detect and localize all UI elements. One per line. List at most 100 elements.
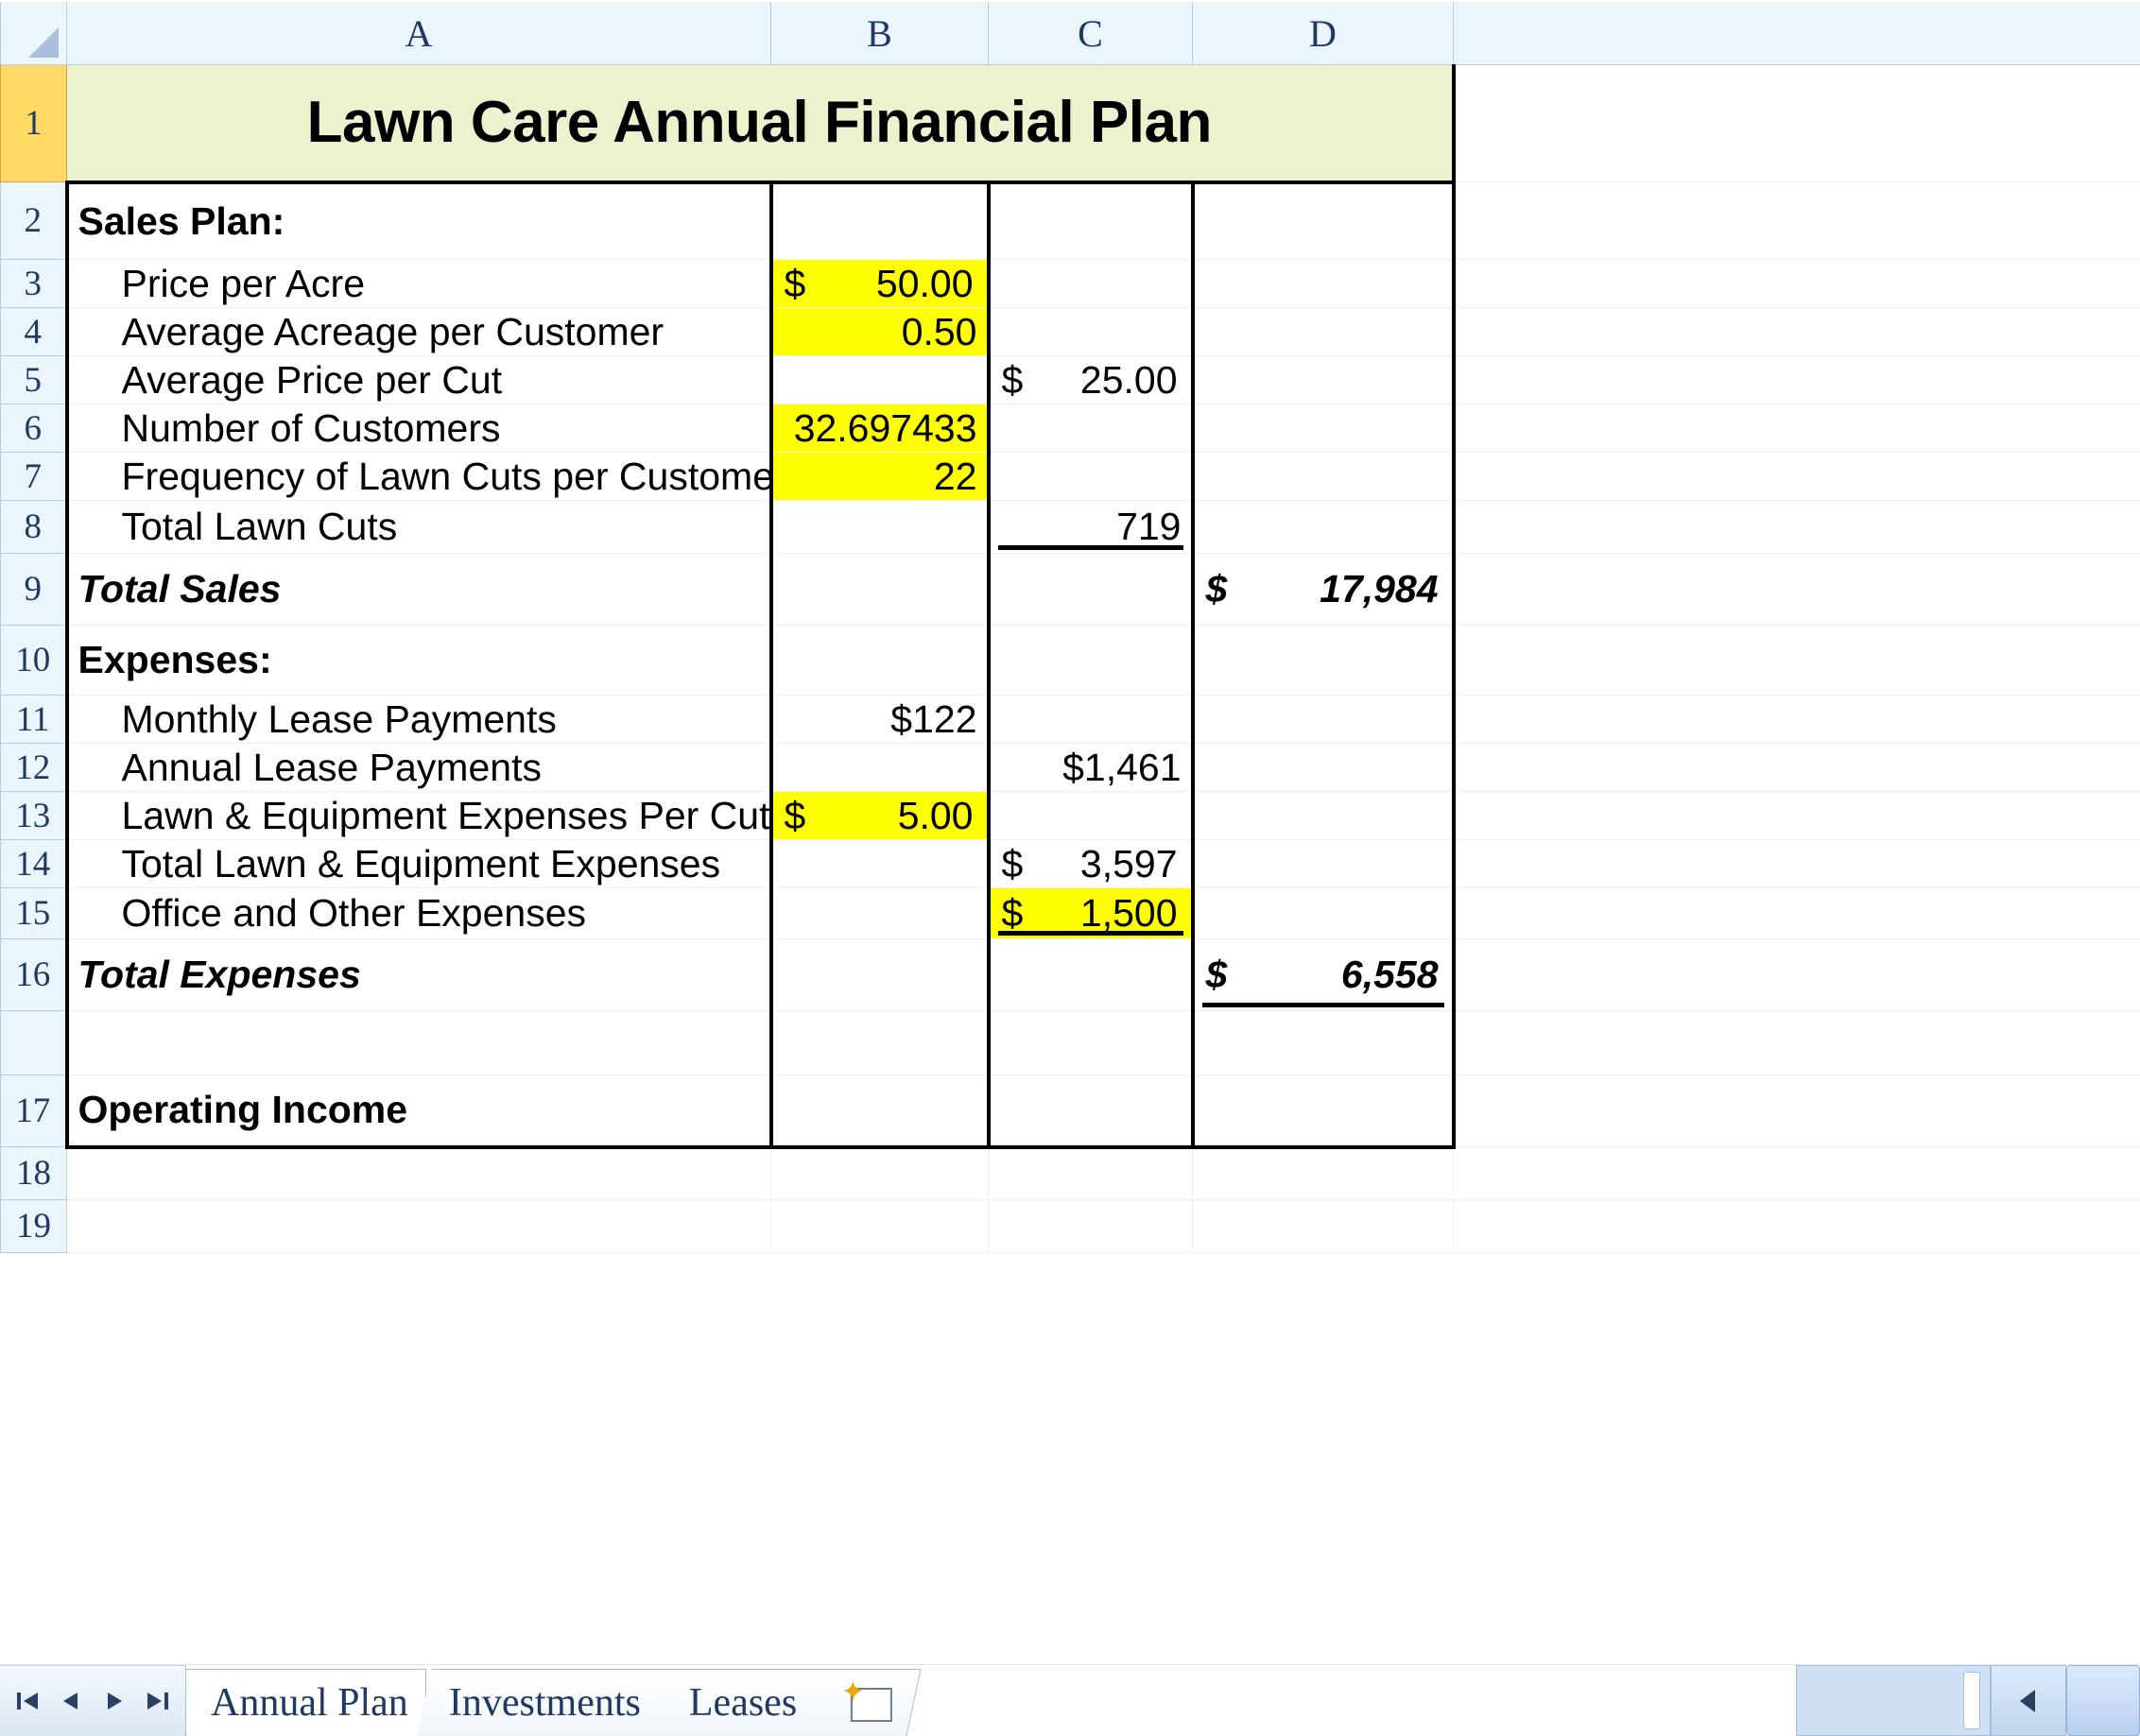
- cell-B3[interactable]: $ 50.00: [768, 259, 989, 308]
- cell-B16[interactable]: [768, 938, 989, 1011]
- cell-B17[interactable]: [768, 1074, 989, 1149]
- row-header-spacer[interactable]: [0, 1010, 67, 1075]
- cell-B5[interactable]: [768, 355, 989, 404]
- cell-E2[interactable]: [1453, 181, 2140, 260]
- cell-A7[interactable]: Frequency of Lawn Cuts per Custome: [64, 452, 771, 501]
- cell-B14[interactable]: [768, 839, 989, 888]
- cell-B6[interactable]: 32.697433: [768, 404, 989, 453]
- cell-E1[interactable]: [1453, 64, 2140, 182]
- cell-C3[interactable]: [986, 259, 1193, 308]
- cell-A4[interactable]: Average Acreage per Customer: [64, 307, 771, 356]
- cell-C15[interactable]: $ 1,500: [986, 887, 1193, 939]
- sheet-tab-investments[interactable]: Investments: [417, 1669, 674, 1736]
- cell-E19[interactable]: [1453, 1199, 2140, 1253]
- cell-A5[interactable]: Average Price per Cut: [64, 355, 771, 404]
- cell-D14[interactable]: [1190, 839, 1456, 888]
- cell-A18[interactable]: [66, 1146, 771, 1200]
- previous-sheet-icon[interactable]: [49, 1675, 93, 1727]
- cell-D16[interactable]: $ 6,558: [1190, 938, 1456, 1011]
- cell-C4[interactable]: [986, 307, 1193, 356]
- report-title[interactable]: Lawn Care Annual Financial Plan: [66, 64, 1456, 184]
- cell-E10[interactable]: [1453, 625, 2140, 696]
- cell-D17[interactable]: [1190, 1074, 1456, 1149]
- cell-E-spacer[interactable]: [1453, 1010, 2140, 1075]
- cell-C13[interactable]: [986, 791, 1193, 840]
- worksheet-grid[interactable]: A B C D 1 Lawn Care Annual Financial Pla…: [0, 0, 2140, 1665]
- cell-B7[interactable]: 22: [768, 452, 989, 501]
- sheet-tab-annual-plan[interactable]: Annual Plan: [186, 1669, 426, 1736]
- insert-worksheet-tab[interactable]: ✦: [813, 1669, 922, 1736]
- cell-D15[interactable]: [1190, 887, 1456, 939]
- cell-A10[interactable]: Expenses:: [64, 625, 771, 696]
- scroll-left-button[interactable]: [1991, 1665, 2066, 1736]
- cell-A19[interactable]: [66, 1199, 771, 1253]
- column-header-b[interactable]: B: [770, 0, 989, 65]
- cell-D18[interactable]: [1192, 1146, 1454, 1200]
- cell-D4[interactable]: [1190, 307, 1456, 356]
- cell-D5[interactable]: [1190, 355, 1456, 404]
- cell-D2[interactable]: [1190, 181, 1456, 260]
- row-header-10[interactable]: 10: [0, 625, 67, 696]
- cell-E6[interactable]: [1453, 404, 2140, 453]
- cell-D12[interactable]: [1190, 743, 1456, 792]
- cell-D13[interactable]: [1190, 791, 1456, 840]
- cell-C14[interactable]: $ 3,597: [986, 839, 1193, 888]
- cell-B4[interactable]: 0.50: [768, 307, 989, 356]
- cell-E12[interactable]: [1453, 743, 2140, 792]
- cell-D19[interactable]: [1192, 1199, 1454, 1253]
- row-header-1[interactable]: 1: [0, 64, 67, 182]
- cell-E3[interactable]: [1453, 259, 2140, 308]
- cell-C16[interactable]: [986, 938, 1193, 1011]
- first-sheet-icon[interactable]: [6, 1675, 49, 1727]
- cell-D6[interactable]: [1190, 404, 1456, 453]
- row-header-4[interactable]: 4: [0, 307, 67, 356]
- row-header-14[interactable]: 14: [0, 839, 67, 888]
- row-header-6[interactable]: 6: [0, 404, 67, 453]
- cell-A6[interactable]: Number of Customers: [64, 404, 771, 453]
- cell-B19[interactable]: [770, 1199, 989, 1253]
- cell-B11[interactable]: $122: [768, 695, 989, 744]
- cell-C12[interactable]: $1,461: [986, 743, 1193, 792]
- cell-E11[interactable]: [1453, 695, 2140, 744]
- row-header-5[interactable]: 5: [0, 355, 67, 404]
- row-header-16[interactable]: 16: [0, 938, 67, 1011]
- cell-D8[interactable]: [1190, 500, 1456, 554]
- column-header-e[interactable]: [1453, 0, 2140, 65]
- cell-A12[interactable]: Annual Lease Payments: [64, 743, 771, 792]
- cell-B10[interactable]: [768, 625, 989, 696]
- row-header-9[interactable]: 9: [0, 553, 67, 626]
- cell-E13[interactable]: [1453, 791, 2140, 840]
- cell-E5[interactable]: [1453, 355, 2140, 404]
- cell-A14[interactable]: Total Lawn & Equipment Expenses: [64, 839, 771, 888]
- cell-D7[interactable]: [1190, 452, 1456, 501]
- cell-D-spacer[interactable]: [1190, 1010, 1456, 1075]
- cell-A15[interactable]: Office and Other Expenses: [64, 887, 771, 939]
- row-header-8[interactable]: 8: [0, 500, 67, 554]
- cell-E8[interactable]: [1453, 500, 2140, 554]
- cell-B18[interactable]: [770, 1146, 989, 1200]
- cell-C11[interactable]: [986, 695, 1193, 744]
- cell-E16[interactable]: [1453, 938, 2140, 1011]
- cell-A16[interactable]: Total Expenses: [64, 938, 771, 1011]
- scrollbar-thumb[interactable]: [2066, 1665, 2140, 1736]
- select-all-corner[interactable]: [0, 0, 67, 65]
- cell-D3[interactable]: [1190, 259, 1456, 308]
- cell-A2[interactable]: Sales Plan:: [64, 181, 771, 260]
- next-sheet-icon[interactable]: [93, 1675, 136, 1727]
- cell-C18[interactable]: [988, 1146, 1193, 1200]
- cell-B12[interactable]: [768, 743, 989, 792]
- cell-E7[interactable]: [1453, 452, 2140, 501]
- cell-D9[interactable]: $ 17,984: [1190, 553, 1456, 626]
- cell-B9[interactable]: [768, 553, 989, 626]
- column-header-d[interactable]: D: [1192, 0, 1454, 65]
- row-header-11[interactable]: 11: [0, 695, 67, 744]
- sheet-tab-leases[interactable]: Leases: [657, 1669, 830, 1736]
- cell-A13[interactable]: Lawn & Equipment Expenses Per Cut: [64, 791, 771, 840]
- cell-D11[interactable]: [1190, 695, 1456, 744]
- last-sheet-icon[interactable]: [136, 1675, 180, 1727]
- cell-E17[interactable]: [1453, 1074, 2140, 1147]
- cell-C17[interactable]: [986, 1074, 1193, 1149]
- cell-E9[interactable]: [1453, 553, 2140, 626]
- cell-C7[interactable]: [986, 452, 1193, 501]
- cell-E4[interactable]: [1453, 307, 2140, 356]
